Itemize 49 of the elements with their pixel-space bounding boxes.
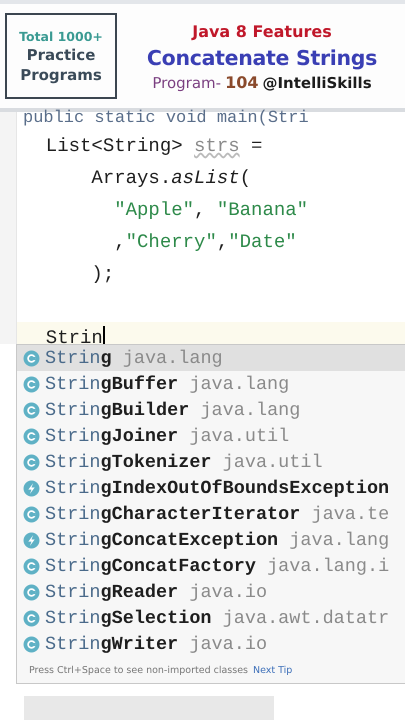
class-icon <box>23 454 40 470</box>
code-text: strs <box>194 135 240 157</box>
code-text: = <box>250 135 262 157</box>
completion-item[interactable]: StringIndexOutOfBoundsException <box>17 475 405 501</box>
class-icon <box>23 376 40 392</box>
class-icon <box>23 584 40 600</box>
completion-item[interactable]: StringConcatException java.lang <box>17 527 405 553</box>
channel-handle: @IntelliSkills <box>262 74 372 92</box>
completion-item[interactable]: StringSelection java.awt.datatr <box>17 605 405 631</box>
next-tip-link[interactable]: Next Tip <box>253 664 292 676</box>
badge-count: Total 1000+ <box>19 28 103 44</box>
completion-item[interactable]: StringReader java.io <box>17 579 405 605</box>
badge-text: Practice <box>26 44 96 64</box>
code-text: "Apple" <box>113 199 194 221</box>
code-text: asList <box>171 167 240 189</box>
topic-title: Java 8 Features <box>192 20 332 42</box>
class-icon <box>23 428 40 444</box>
class-icon <box>23 610 40 626</box>
code-text: "Banana" <box>216 199 308 221</box>
class-icon <box>23 558 40 574</box>
completion-item[interactable]: StringBuffer java.lang <box>17 371 405 397</box>
completion-item[interactable]: StringTokenizer java.util <box>17 449 405 475</box>
completion-item[interactable]: StringBuilder java.lang <box>17 397 405 423</box>
program-number: 104 <box>225 72 258 92</box>
video-title: Concatenate Strings <box>146 44 378 72</box>
lightning-icon <box>23 480 40 496</box>
code-text: Arrays. <box>90 167 172 189</box>
hint-text: Press Ctrl+Space to see non-imported classes <box>29 664 248 676</box>
code-text: ); <box>90 263 114 285</box>
code-text: "Cherry" <box>126 231 217 253</box>
code-text: "Date" <box>228 231 297 253</box>
completion-item[interactable]: String java.lang <box>17 345 405 371</box>
program-label: Program- <box>152 74 222 92</box>
class-icon <box>23 402 40 418</box>
code-text: , <box>216 231 228 253</box>
code-text: public static void main(Stri <box>23 109 309 128</box>
completion-item[interactable]: StringWriter java.io <box>17 631 405 657</box>
class-icon <box>23 350 40 366</box>
code-text: , <box>194 199 206 221</box>
code-text: ( <box>240 167 252 189</box>
code-text: List<String> <box>44 135 184 157</box>
completion-item[interactable]: StringCharacterIterator java.te <box>17 501 405 527</box>
class-icon <box>23 506 40 522</box>
badge-text: Programs <box>20 64 102 84</box>
class-icon <box>23 636 40 652</box>
completion-item[interactable]: StringConcatFactory java.lang.i <box>17 553 405 579</box>
completion-item[interactable]: StringJoiner java.util <box>17 423 405 449</box>
lightning-icon <box>23 532 40 548</box>
code-text: , <box>113 231 126 253</box>
